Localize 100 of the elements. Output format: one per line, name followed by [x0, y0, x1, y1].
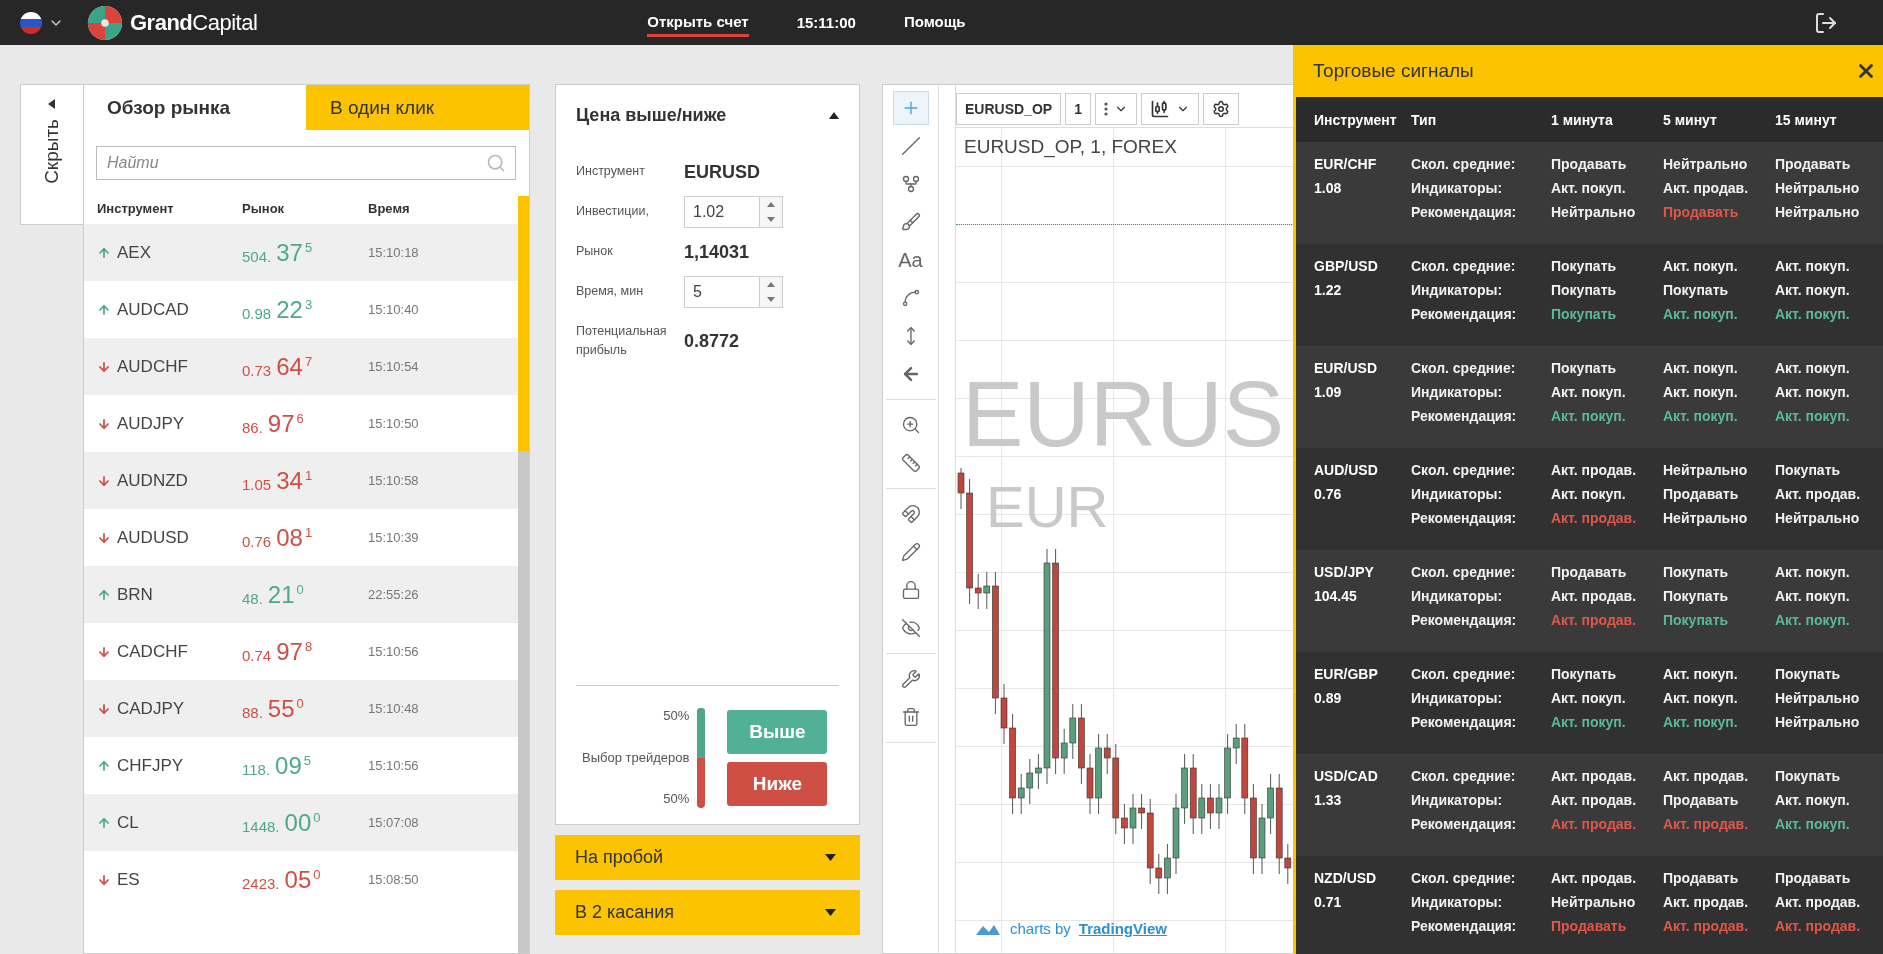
flag-icon[interactable]: [20, 11, 42, 34]
field-label: Потенциальная прибыль: [576, 322, 668, 359]
logout-icon[interactable]: [1814, 10, 1838, 35]
signal-value: Акт. покуп.: [1775, 815, 1851, 834]
increment-button[interactable]: [760, 277, 782, 292]
signal-value: Акт. покуп.: [1663, 713, 1739, 732]
signal-value: Акт. покуп.: [1775, 281, 1851, 300]
pattern-icon: [900, 288, 921, 308]
pair-rate: 0.89: [1314, 689, 1343, 708]
symbol-button[interactable]: EURUSD_OP: [956, 93, 1062, 125]
number-field[interactable]: 1.02: [684, 196, 759, 228]
signal-value: Акт. продав.: [1663, 815, 1750, 834]
search-icon: [486, 153, 506, 173]
scrollbar-thumb[interactable]: [518, 196, 529, 451]
signal-value: Покупать: [1775, 665, 1842, 684]
signal-value: Продавать: [1775, 155, 1852, 174]
signal-value: Продавать: [1663, 203, 1740, 222]
signal-type: Скол. средние:: [1411, 461, 1517, 480]
settings-button[interactable]: [1202, 93, 1239, 125]
pair-rate: 0.76: [1314, 485, 1343, 504]
wrench-icon: [900, 669, 921, 689]
trade-button[interactable]: Ниже: [727, 762, 828, 806]
field-label: Время, мин: [576, 283, 645, 301]
tab[interactable]: В один клик: [306, 85, 529, 130]
logo-icon: [86, 3, 124, 42]
column-header: Время: [368, 201, 411, 218]
signal-value: Нейтрально: [1775, 713, 1861, 732]
time: 15:10:50: [368, 416, 420, 431]
time: 15:08:50: [368, 872, 420, 887]
candlestick-icon: [1149, 99, 1170, 119]
pair-name: EUR/USD: [1314, 359, 1378, 378]
signal-value: Акт. покуп.: [1663, 359, 1739, 378]
decrement-button[interactable]: [760, 212, 782, 227]
signal-value: Покупать: [1663, 281, 1730, 300]
time: 15:10:56: [368, 758, 420, 773]
hide-panel-tab[interactable]: Скрыть: [20, 84, 83, 225]
column-header: Инструмент: [97, 201, 175, 218]
instrument-name: CADCHF: [117, 641, 188, 662]
interval-button[interactable]: 1: [1065, 93, 1091, 125]
pair-rate: 0.71: [1314, 893, 1343, 912]
number-field[interactable]: 5: [684, 276, 759, 308]
signal-type: Рекомендация:: [1411, 815, 1518, 834]
time: 15:10:58: [368, 473, 420, 488]
instrument-name: AUDJPY: [117, 413, 185, 434]
signal-type: Скол. средние:: [1411, 359, 1517, 378]
signal-value: Акт. продав.: [1663, 893, 1750, 912]
signal-value: Акт. покуп.: [1775, 611, 1851, 630]
signal-value: Акт. покуп.: [1663, 305, 1739, 324]
caret-down-icon: [767, 217, 775, 222]
pair-name: NZD/USD: [1314, 869, 1378, 888]
signal-value: Акт. покуп.: [1775, 305, 1851, 324]
signal-type: Индикаторы:: [1411, 179, 1504, 198]
scrollbar-track[interactable]: [518, 196, 529, 953]
signal-type: Рекомендация:: [1411, 917, 1518, 936]
text-tool-button[interactable]: Aa: [892, 243, 929, 277]
field-value: 1,14031: [684, 241, 751, 263]
decrement-button[interactable]: [760, 292, 782, 307]
signal-type: Индикаторы:: [1411, 893, 1504, 912]
signal-type: Скол. средние:: [1411, 563, 1517, 582]
caret-up-icon[interactable]: [829, 112, 839, 119]
signal-type: Индикаторы:: [1411, 485, 1504, 504]
percent-reading: 50%: [663, 791, 690, 808]
pair-rate: 1.08: [1314, 179, 1343, 198]
option-bar[interactable]: В 2 касания: [555, 890, 860, 935]
tradingview-link[interactable]: TradingView: [1078, 920, 1167, 937]
nav-link[interactable]: Открыть счет: [647, 8, 749, 37]
signal-value: Продавать: [1775, 869, 1852, 888]
column-header: 1 минута: [1551, 111, 1614, 128]
clock: 15:11:00: [796, 14, 856, 31]
signal-value: Продавать: [1663, 791, 1740, 810]
time: 15:10:18: [368, 245, 420, 260]
signal-value: Акт. покуп.: [1775, 587, 1851, 606]
signal-type: Рекомендация:: [1411, 509, 1518, 528]
signal-value: Акт. продав.: [1663, 767, 1750, 786]
increment-button[interactable]: [760, 197, 782, 212]
pair-name: GBP/USD: [1314, 257, 1379, 276]
signal-value: Покупать: [1663, 587, 1730, 606]
option-bar[interactable]: На пробой: [555, 835, 860, 880]
signal-value: Акт. покуп.: [1551, 689, 1627, 708]
signal-value: Продавать: [1551, 563, 1628, 582]
signal-value: Нейтрально: [1775, 689, 1861, 708]
signal-value: Покупать: [1663, 611, 1730, 630]
pitchfork-icon: [900, 174, 921, 194]
signal-type: Индикаторы:: [1411, 281, 1504, 300]
signal-value: Акт. покуп.: [1551, 179, 1627, 198]
time: 15:10:40: [368, 302, 420, 317]
signal-value: Покупать: [1551, 665, 1618, 684]
signal-type: Рекомендация:: [1411, 203, 1518, 222]
search-field[interactable]: Найти: [96, 146, 516, 180]
signal-value: Нейтрально: [1663, 155, 1749, 174]
pair-name: AUD/USD: [1314, 461, 1379, 480]
instrument-name: AEX: [117, 242, 152, 263]
more-icon: [1103, 102, 1108, 116]
signal-value: Покупать: [1775, 461, 1842, 480]
signal-value: Нейтрально: [1551, 203, 1637, 222]
signal-value: Акт. продав.: [1663, 179, 1750, 198]
column-header: Рынок: [242, 201, 286, 218]
signal-value: Акт. продав.: [1551, 791, 1638, 810]
nav-link[interactable]: Помощь: [903, 8, 966, 37]
chart-type-button[interactable]: [1140, 93, 1199, 125]
